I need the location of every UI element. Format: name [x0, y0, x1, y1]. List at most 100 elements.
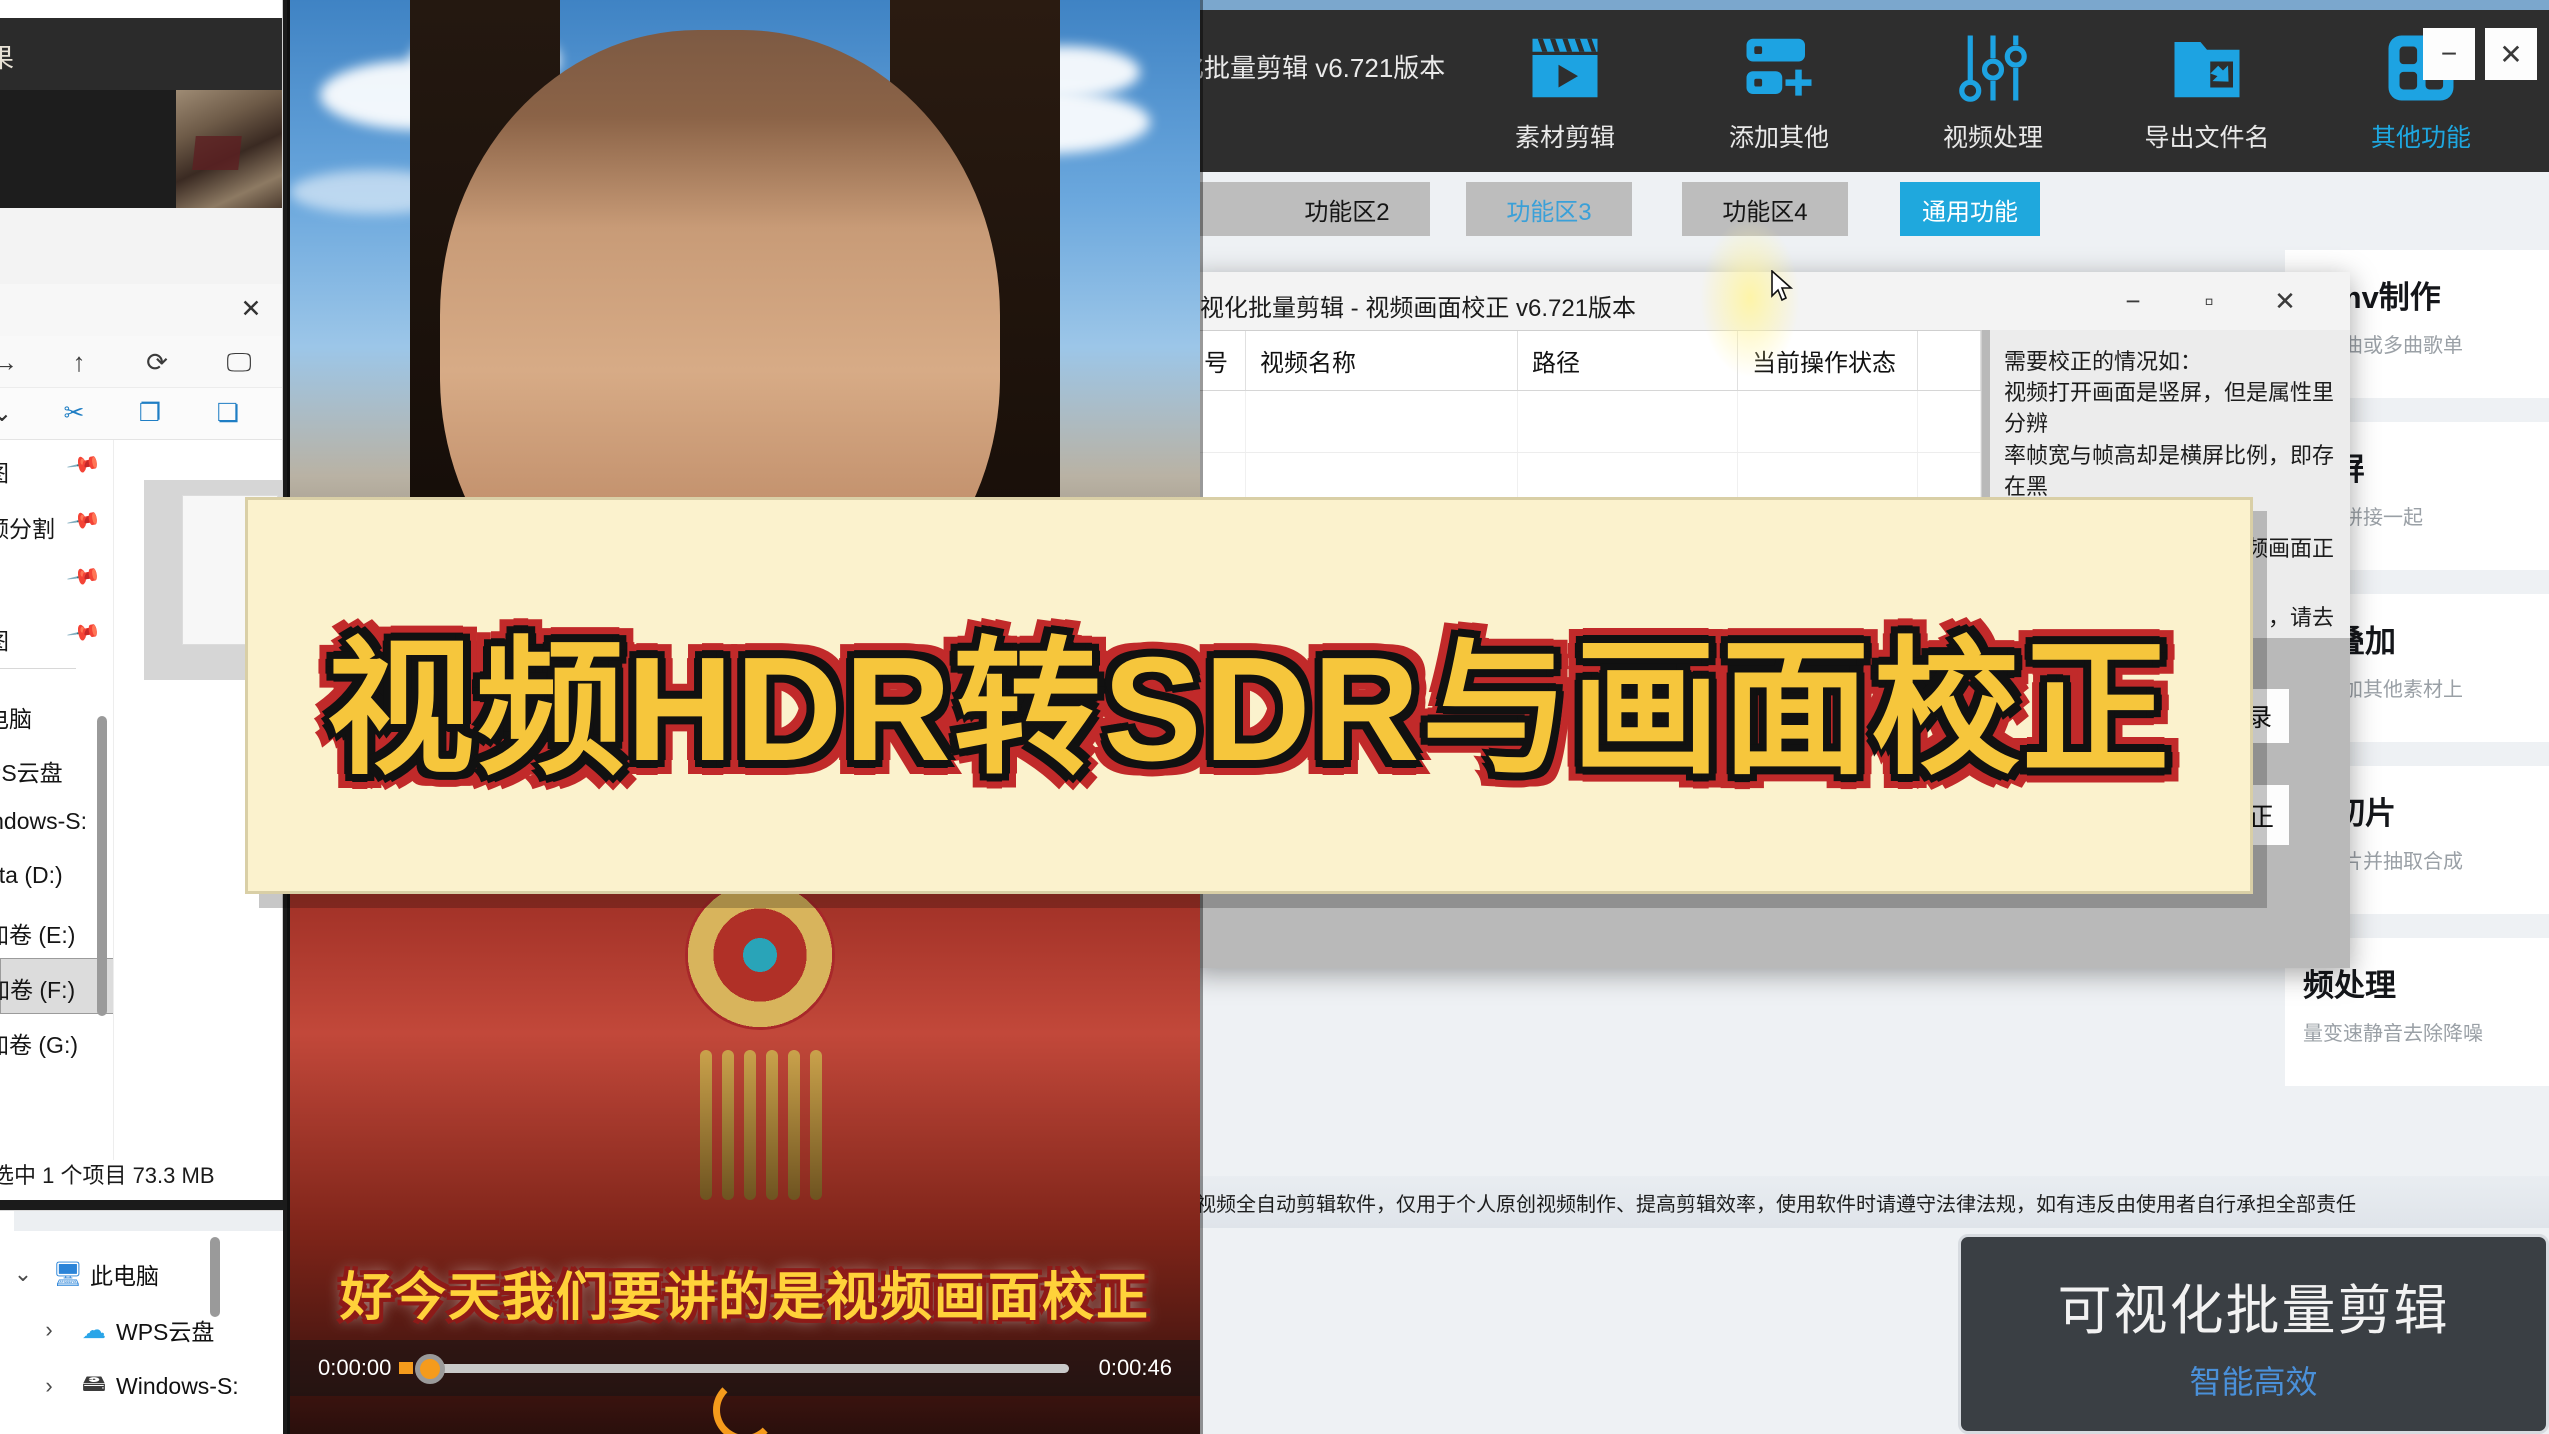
drive-icon: 🖴: [81, 1369, 107, 1397]
column-header-name: 视频名称: [1246, 331, 1518, 390]
chevron-down-icon[interactable]: ⌄: [0, 1261, 46, 1287]
tree-label: indows-S:: [0, 808, 87, 834]
seek-marker: [399, 1361, 414, 1374]
divider: [0, 668, 76, 669]
sliders-icon: [1918, 20, 2068, 116]
close-icon[interactable]: ✕: [237, 296, 265, 324]
tree-node-wps-cloud[interactable]: › ☁ WPS云盘: [0, 1303, 283, 1357]
ribbon-item-label: 视频处理: [1942, 124, 2043, 152]
table-row[interactable]: [1190, 391, 1981, 453]
tree-node-label: Windows-S:: [116, 1372, 239, 1399]
explorer-titlebar: ✕: [0, 284, 282, 336]
column-header-path: 路径: [1518, 331, 1738, 390]
title-banner-text: 视频HDR转SDR与画面校正: [326, 627, 2172, 792]
ribbon-item-export-filename[interactable]: 导出文件名: [2132, 20, 2282, 154]
pin-icon[interactable]: 📌: [65, 614, 103, 651]
cloud-icon: ☁: [82, 1316, 106, 1344]
navigation-tree-panel: ⌄ 🖥 此电脑 › ☁ WPS云盘 › 🖴 Windows-S:: [0, 1210, 283, 1434]
screen-root: 果 ✕ → ↑ ⟳ 🖵 ⌄ ✂ ❐ ❏ 图: [0, 0, 2549, 1434]
tree-label: 加卷 (F:): [0, 977, 76, 1003]
dialog-close-button[interactable]: ✕: [2254, 278, 2316, 324]
title-banner: 视频HDR转SDR与画面校正: [245, 497, 2253, 894]
current-time-label: 0:00:00: [318, 1355, 392, 1380]
function-tab-row: 功能区2 功能区3 功能区4 通用功能: [1190, 172, 2549, 246]
pin-icon[interactable]: 📌: [65, 558, 103, 595]
ribbon-item-add-other[interactable]: 添加其他: [1704, 20, 1854, 154]
tree-scrollbar[interactable]: [210, 1237, 220, 1317]
help-line: 视频打开画面是竖屏，但是属性里分辨: [2004, 380, 2335, 437]
forward-icon[interactable]: →: [0, 346, 22, 378]
sidebar-scrollbar[interactable]: [97, 716, 107, 1016]
close-button[interactable]: ✕: [2485, 28, 2537, 80]
minimize-button[interactable]: −: [2423, 28, 2475, 80]
promo-subtitle: 智能高效: [2189, 1363, 2318, 1400]
export-folder-icon: [2132, 20, 2282, 116]
thumbnail-strip: [0, 90, 282, 208]
explorer-nav-bar: → ↑ ⟳ 🖵: [0, 336, 282, 388]
help-line: 需要校正的情况如：: [2004, 349, 2203, 374]
tree-panel-header: [14, 1211, 283, 1231]
copy-icon[interactable]: ❐: [132, 396, 168, 430]
tree-label: PS云盘: [0, 760, 63, 786]
explorer-gap: [0, 208, 282, 290]
ribbon-items: 素材剪辑 添加其他 视频处理 导出文件名 其他功能: [1490, 20, 2496, 154]
ribbon-item-label: 素材剪辑: [1514, 124, 1615, 152]
explorer-status-bar: 选中 1 个项目 73.3 MB: [0, 1154, 282, 1194]
cut-icon[interactable]: ✂: [56, 396, 92, 430]
up-icon[interactable]: ↑: [62, 346, 96, 378]
pinned-label: 频分割: [0, 516, 55, 542]
tree-label: ata (D:): [0, 862, 63, 888]
video-thumbnail[interactable]: [176, 90, 282, 208]
add-layers-icon: [1704, 20, 1854, 116]
monitor-icon: 🖥: [52, 1260, 84, 1288]
explorer-dark-header: 果: [0, 18, 282, 90]
desktop-accent-bar: [1190, 0, 2549, 10]
refresh-icon[interactable]: ⟳: [140, 346, 174, 378]
view-icon[interactable]: 🖵: [222, 346, 256, 378]
promo-banner: 可视化批量剪辑 智能高效: [1958, 1234, 2549, 1434]
ribbon-item-video-process[interactable]: 视频处理: [1918, 20, 2068, 154]
tree-node-label: 此电脑: [90, 1263, 159, 1289]
tab-function-area-3[interactable]: 功能区3: [1466, 182, 1632, 236]
promo-title: 可视化批量剪辑: [2057, 1280, 2450, 1341]
tree-label: 加卷 (G:): [0, 1032, 78, 1058]
tree-node-windows-drive[interactable]: › 🖴 Windows-S:: [0, 1359, 283, 1413]
status-text: 选中 1 个项目 73.3 MB: [0, 1163, 215, 1188]
chevron-right-icon[interactable]: ›: [26, 1317, 72, 1343]
mouse-cursor-icon: [1770, 269, 1796, 304]
paste-icon[interactable]: ❏: [210, 396, 246, 430]
seek-bar[interactable]: [399, 1353, 1069, 1384]
ribbon-item-material-edit[interactable]: 素材剪辑: [1490, 20, 1640, 154]
dialog-minimize-button[interactable]: −: [2102, 278, 2164, 324]
explorer-header-label: 果: [0, 38, 15, 75]
ribbon-item-label: 添加其他: [1728, 124, 1829, 152]
loading-spinner-icon: [713, 1378, 777, 1434]
disclaimer-text: 款视频全自动剪辑软件，仅用于个人原创视频制作、提高剪辑效率，使用软件时请遵守法律…: [1190, 1194, 2356, 1216]
app-title: 化批量剪辑 v6.721版本: [1190, 53, 1446, 83]
ribbon-item-label: 导出文件名: [2144, 124, 2270, 152]
pinned-label: 图: [0, 454, 9, 488]
app-ribbon: 化批量剪辑 v6.721版本 素材剪辑 添加其他 视频处理 导出文件名 其他功能…: [1190, 10, 2549, 172]
table-header-row: 号 视频名称 路径 当前操作状态: [1190, 331, 1981, 391]
tab-general-functions[interactable]: 通用功能: [1900, 182, 2040, 236]
tree-node-this-pc[interactable]: ⌄ 🖥 此电脑: [0, 1247, 283, 1301]
pin-icon[interactable]: 📌: [65, 446, 103, 483]
dialog-maximize-button[interactable]: ▫: [2178, 278, 2240, 324]
column-header-extra: [1918, 331, 1981, 390]
clapperboard-icon: [1490, 20, 1640, 116]
card-subtitle: 量变速静音去除降噪: [2303, 1023, 2483, 1045]
necklace-fringe: [700, 1050, 822, 1270]
duration-label: 0:00:46: [1098, 1355, 1172, 1380]
legal-disclaimer: 款视频全自动剪辑软件，仅用于个人原创视频制作、提高剪辑效率，使用软件时请遵守法律…: [1190, 1176, 2549, 1228]
necklace-pendant: [685, 880, 835, 1030]
explorer-inner-window: ✕ → ↑ ⟳ 🖵 ⌄ ✂ ❐ ❏ 图 📌 频分割: [0, 284, 282, 1200]
seek-handle[interactable]: [415, 1353, 446, 1384]
chevron-right-icon[interactable]: ›: [26, 1373, 72, 1399]
video-subtitle: 好今天我们要讲的是视频画面校正: [339, 1269, 1150, 1327]
pin-icon[interactable]: 📌: [65, 502, 103, 539]
tab-function-area-2[interactable]: 功能区2: [1264, 182, 1430, 236]
tree-node-label: WPS云盘: [116, 1319, 215, 1345]
chevron-down-icon[interactable]: ⌄: [0, 396, 20, 430]
explorer-command-bar: ⌄ ✂ ❐ ❏: [0, 388, 282, 440]
tree-label: 电脑: [0, 706, 32, 732]
